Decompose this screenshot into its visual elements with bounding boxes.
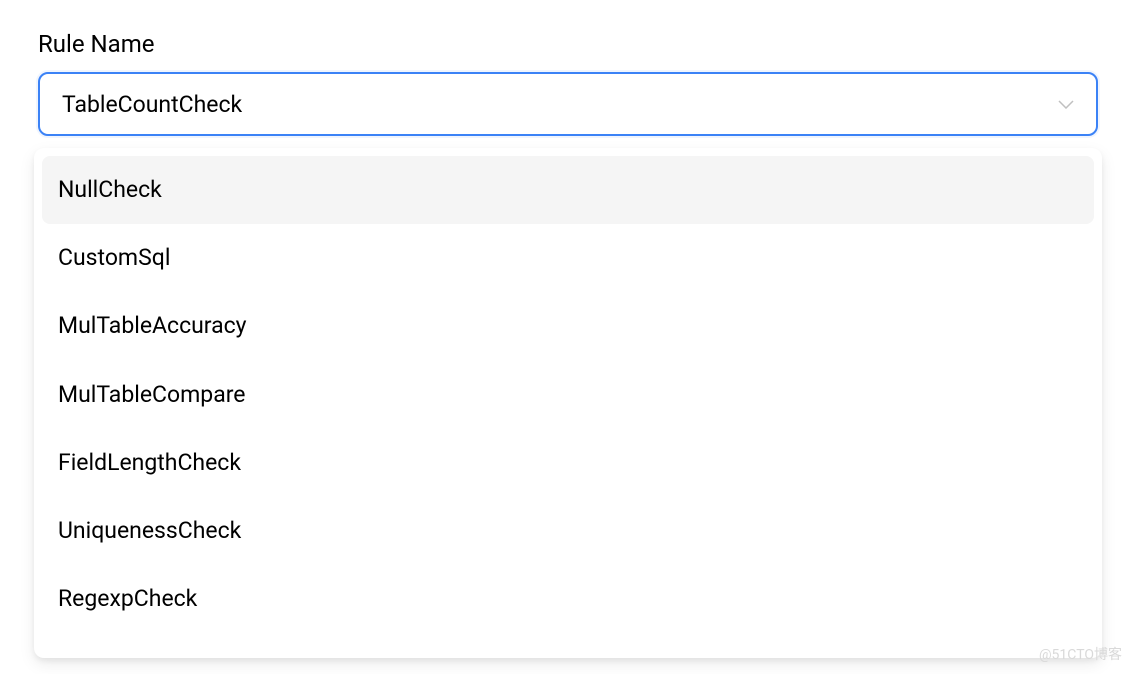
watermark: @51CTO博客 (1039, 644, 1122, 664)
dropdown-panel: NullCheck CustomSql MulTableAccuracy Mul… (34, 148, 1102, 658)
rule-name-label: Rule Name (38, 30, 1098, 58)
dropdown-option-nullcheck[interactable]: NullCheck (42, 156, 1094, 224)
dropdown-option-timelinesscheck[interactable]: TimelinessCheck (42, 633, 1094, 650)
dropdown-option-fieldlengthcheck[interactable]: FieldLengthCheck (42, 429, 1094, 497)
dropdown-list: NullCheck CustomSql MulTableAccuracy Mul… (42, 156, 1094, 650)
dropdown-option-regexpcheck[interactable]: RegexpCheck (42, 565, 1094, 633)
rule-name-select[interactable]: TableCountCheck (38, 72, 1098, 136)
rule-name-select-container: TableCountCheck NullCheck CustomSql MulT… (38, 72, 1098, 136)
chevron-down-icon (1058, 96, 1074, 112)
dropdown-option-multablecompare[interactable]: MulTableCompare (42, 361, 1094, 429)
dropdown-option-uniquenesscheck[interactable]: UniquenessCheck (42, 497, 1094, 565)
select-value: TableCountCheck (62, 91, 242, 118)
dropdown-option-multableaccuracy[interactable]: MulTableAccuracy (42, 292, 1094, 360)
dropdown-option-customsql[interactable]: CustomSql (42, 224, 1094, 292)
